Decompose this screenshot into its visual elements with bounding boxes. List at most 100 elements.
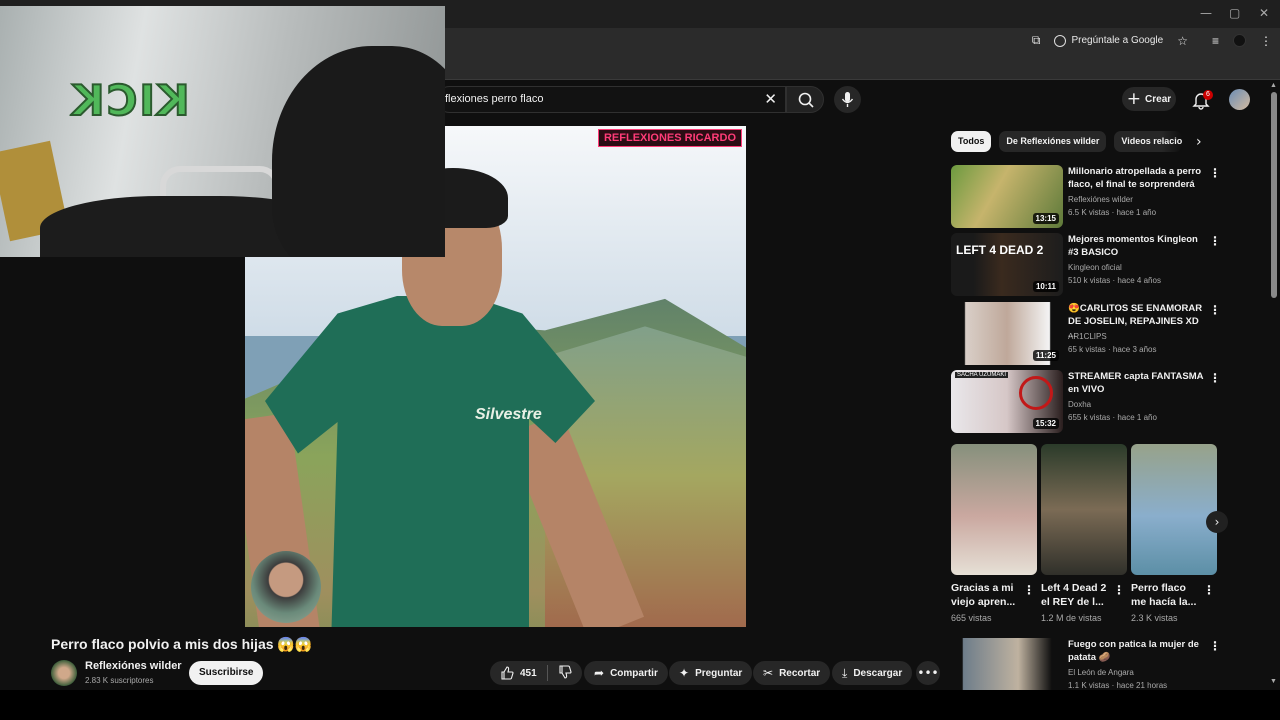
recommendation-title[interactable]: Fuego con patica la mujer de patata 🥔 [1068, 638, 1208, 664]
more-vertical-icon[interactable]: ⋮ [1209, 372, 1221, 384]
voice-search-button[interactable] [834, 86, 861, 113]
short-title[interactable]: Left 4 Dead 2 el REY de l... [1041, 581, 1113, 609]
notification-count-badge: 6 [1203, 90, 1213, 100]
red-circle-icon [1019, 376, 1053, 410]
like-button[interactable]: 451 [500, 666, 537, 680]
short-title[interactable]: Perro flaco me hacía la... [1131, 581, 1203, 609]
create-button[interactable]: + Crear [1122, 87, 1176, 111]
address-bar-actions: ⧉ Pregúntale a Google ☆ ≡ ⋮ [1032, 33, 1272, 48]
channel-avatar[interactable] [51, 660, 77, 686]
thumbs-down-icon [559, 664, 572, 679]
more-vertical-icon[interactable]: ⋮ [1209, 235, 1221, 247]
share-button[interactable]: ➦ Compartir [584, 661, 668, 685]
ask-google-label: Pregúntale a Google [1071, 35, 1164, 46]
recommendation-channel[interactable]: El León de Angara [1068, 668, 1134, 677]
recommendation-item[interactable]: LEFT 4 DEAD 2 10:11 Mejores momentos Kin… [951, 233, 1221, 297]
search-icon [798, 92, 814, 108]
recommendation-item[interactable]: 13:15 Millonario atropellada a perro fla… [951, 165, 1221, 229]
close-window-button[interactable]: ✕ [1259, 6, 1269, 20]
scissors-icon: ✂ [763, 666, 774, 680]
recommendation-meta: 65 k vistas · hace 3 años [1068, 345, 1157, 354]
reading-list-icon[interactable]: ≡ [1212, 34, 1219, 48]
clear-search-icon[interactable]: ✕ [764, 90, 777, 108]
account-avatar[interactable] [1229, 89, 1250, 110]
search-button[interactable] [786, 86, 824, 113]
recommendation-meta: 1.1 K vistas · hace 21 horas [1068, 681, 1168, 690]
page-scrollbar[interactable] [1271, 92, 1277, 298]
scroll-down-arrow-icon[interactable]: ▼ [1270, 678, 1277, 685]
recommendation-item[interactable]: 11:25 😍CARLITOS SE ENAMORAR DE JOSELIN, … [951, 302, 1221, 366]
like-count: 451 [520, 667, 537, 679]
chevron-right-icon[interactable]: › [1206, 511, 1228, 533]
short-thumbnail[interactable] [951, 444, 1037, 575]
recommendation-meta: 510 k vistas · hace 4 años [1068, 276, 1161, 285]
more-horizontal-icon: ••• [917, 666, 939, 680]
duration-badge: 15:32 [1032, 418, 1059, 429]
minimize-button[interactable]: — [1200, 6, 1212, 20]
share-icon: ➦ [594, 666, 605, 680]
ask-label: Preguntar [695, 667, 743, 679]
recommendation-title[interactable]: STREAMER capta FANTASMA en VIVO [1068, 370, 1208, 396]
recommendation-meta: 6.5 K vistas · hace 1 año [1068, 208, 1157, 217]
thumbs-up-icon [501, 666, 514, 680]
more-vertical-icon[interactable]: ⋮ [1209, 640, 1221, 652]
kick-wall-logo: KICK [69, 75, 191, 126]
video-thumbnail[interactable]: LEFT 4 DEAD 2 10:11 [951, 233, 1063, 296]
duration-badge: 11:25 [1032, 350, 1059, 361]
like-divider [546, 665, 548, 681]
more-vertical-icon[interactable]: ⋮ [1113, 583, 1125, 597]
recommendation-channel[interactable]: AR1CLIPS [1068, 332, 1107, 341]
short-thumbnail[interactable] [1131, 444, 1217, 575]
cast-icon[interactable]: ⧉ [1032, 33, 1041, 48]
video-thumbnail[interactable]: 13:15 [951, 165, 1063, 228]
chip-all[interactable]: Todos [951, 131, 992, 152]
thumbnail-text: LEFT 4 DEAD 2 [956, 243, 1044, 257]
video-thumbnail[interactable]: 11:25 [951, 302, 1063, 365]
ask-button[interactable]: ✦ Preguntar [669, 661, 753, 685]
filter-chips: Todos De Reflexiónes wilder Videos relac… [951, 131, 1183, 152]
short-views: 665 vistas [951, 613, 992, 623]
shirt-logo: Silvestre [475, 406, 542, 423]
video-facecam [251, 551, 321, 623]
recommendation-channel[interactable]: Reflexiónes wilder [1068, 195, 1133, 204]
download-button[interactable]: ⤓ Descargar [832, 661, 913, 685]
browser-menu-icon[interactable]: ⋮ [1260, 34, 1272, 48]
create-label: Crear [1145, 93, 1172, 105]
video-thumbnail[interactable]: SACHA UZUMAKI 15:32 [951, 370, 1063, 433]
clip-button[interactable]: ✂ Recortar [753, 661, 831, 685]
more-vertical-icon[interactable]: ⋮ [1203, 583, 1215, 597]
channel-name[interactable]: Reflexiónes wilder [85, 660, 182, 672]
recommendation-channel[interactable]: Kingleon oficial [1068, 263, 1122, 272]
duration-badge: 10:11 [1032, 281, 1059, 292]
browser-profile-avatar[interactable] [1233, 34, 1246, 47]
short-views: 1.2 M de vistas [1041, 613, 1102, 623]
chip-related[interactable]: Videos relacion [1114, 131, 1183, 152]
star-icon[interactable]: ☆ [1177, 34, 1188, 48]
plus-icon: + [1126, 89, 1142, 109]
clip-label: Recortar [779, 667, 821, 679]
more-vertical-icon[interactable]: ⋮ [1023, 583, 1035, 597]
ask-google-button[interactable]: Pregúntale a Google [1054, 34, 1164, 47]
more-vertical-icon[interactable]: ⋮ [1209, 167, 1221, 179]
chip-from-channel[interactable]: De Reflexiónes wilder [999, 131, 1107, 152]
video-watermark: REFLEXIONES RICARDO [597, 129, 742, 147]
more-vertical-icon[interactable]: ⋮ [1209, 304, 1221, 316]
recommendation-title[interactable]: Millonario atropellada a perro flaco, el… [1068, 165, 1208, 191]
chevron-right-icon[interactable]: › [1196, 134, 1202, 150]
recommendation-channel[interactable]: Doxha [1068, 400, 1091, 409]
download-icon: ⤓ [842, 665, 848, 680]
short-thumbnail[interactable] [1041, 444, 1127, 575]
more-actions-button[interactable]: ••• [916, 661, 940, 685]
dislike-button[interactable] [558, 664, 572, 682]
duration-badge: 13:15 [1032, 213, 1059, 224]
maximize-button[interactable]: ▢ [1229, 6, 1240, 20]
webcam-overlay: KICK [0, 6, 445, 257]
recommendation-item[interactable]: SACHA UZUMAKI 15:32 STREAMER capta FANTA… [951, 370, 1221, 434]
scroll-up-arrow-icon[interactable]: ▲ [1270, 82, 1277, 89]
search-input[interactable]: flexiones perro flaco ✕ [436, 86, 786, 113]
search-query: flexiones perro flaco [445, 93, 544, 105]
download-label: Descargar [853, 667, 903, 679]
recommendation-title[interactable]: Mejores momentos Kingleon #3 BASICO [1068, 233, 1208, 259]
short-title[interactable]: Gracias a mi viejo apren... [951, 581, 1023, 609]
subscribe-button[interactable]: Suscribirse [189, 661, 264, 685]
